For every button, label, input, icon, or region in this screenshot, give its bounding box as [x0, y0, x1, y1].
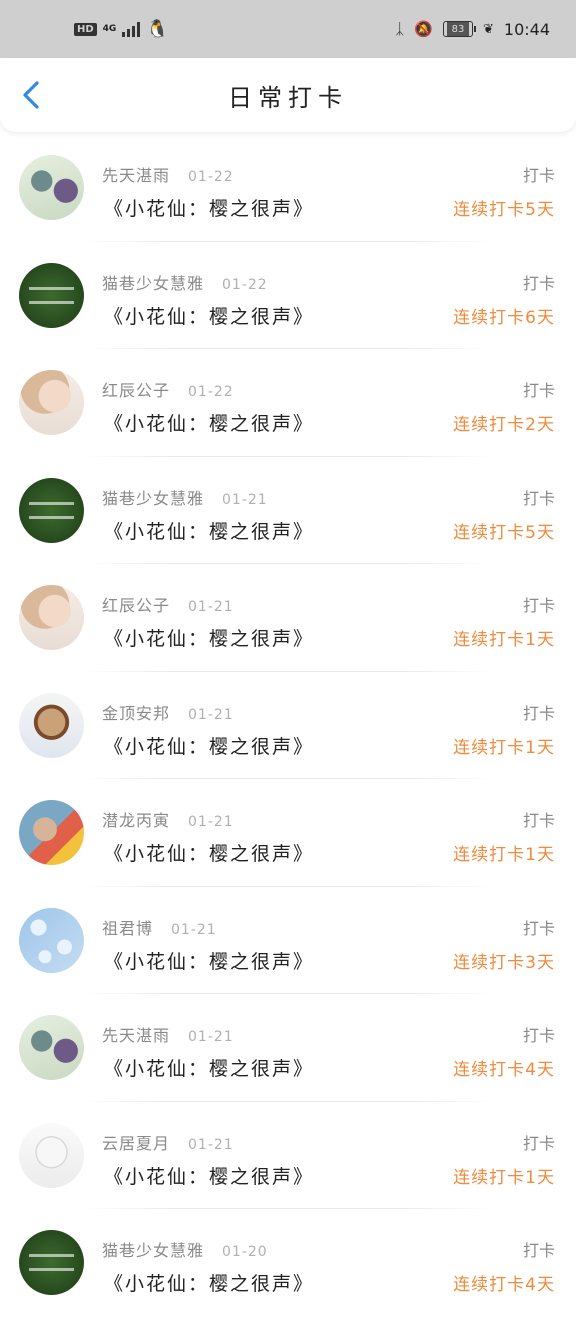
- checkin-date: 01-21: [222, 491, 268, 508]
- status-left: HD 4G 🐧: [74, 19, 169, 40]
- list-item[interactable]: 猫巷少女慧雅 01-20 《小花仙：樱之很声》 打卡 连续打卡4天: [0, 1209, 576, 1317]
- streak-text: 连续打卡4天: [453, 1275, 555, 1295]
- user-name: 金顶安邦 01-21: [102, 703, 234, 723]
- streak-text: 连续打卡2天: [453, 415, 555, 435]
- checkin-label[interactable]: 打卡: [523, 700, 555, 724]
- avatar[interactable]: [19, 800, 84, 865]
- header: 日常打卡: [0, 58, 576, 132]
- streak-text: 连续打卡1天: [453, 737, 555, 758]
- streak-text: 连续打卡6天: [453, 307, 555, 328]
- user-name: 祖君博 01-21: [102, 918, 217, 938]
- avatar[interactable]: [19, 477, 84, 543]
- book-title: 《小花仙：樱之很声》: [104, 198, 315, 220]
- network-type: 4G: [102, 23, 117, 34]
- status-bar: HD 4G 🐧 ᛣ 🔕 83 ❦ 10:44: [0, 0, 576, 58]
- avatar[interactable]: [19, 692, 84, 758]
- book-title: 《小花仙：樱之很声》: [104, 628, 315, 650]
- avatar[interactable]: [19, 1230, 84, 1295]
- checkin-date: 01-21: [188, 706, 234, 723]
- avatar[interactable]: [19, 585, 84, 650]
- avatar[interactable]: [19, 262, 84, 328]
- checkin-list: 先天湛雨 01-22 《小花仙：樱之很声》 打卡 连续打卡5天 猫巷少女慧雅 01-…: [0, 134, 576, 1317]
- checkin-label[interactable]: 打卡: [523, 377, 555, 401]
- user-name: 猫巷少女慧雅 01-22: [102, 273, 268, 293]
- avatar[interactable]: [19, 907, 84, 973]
- checkin-label[interactable]: 打卡: [523, 1022, 555, 1046]
- checkin-date: 01-21: [188, 1136, 234, 1153]
- list-item[interactable]: 猫巷少女慧雅 01-21 《小花仙：樱之很声》 打卡 连续打卡5天: [0, 457, 576, 564]
- streak-text: 连续打卡1天: [453, 630, 555, 650]
- list-item[interactable]: 先天湛雨 01-21 《小花仙：樱之很声》 打卡 连续打卡4天: [0, 994, 576, 1102]
- list-item[interactable]: 祖君博 01-21 《小花仙：樱之很声》 打卡 连续打卡3天: [0, 887, 576, 994]
- checkin-label[interactable]: 打卡: [523, 915, 555, 939]
- user-name: 先天湛雨 01-21: [102, 1026, 234, 1045]
- battery-level: 83: [446, 22, 470, 36]
- checkin-date: 01-22: [222, 276, 268, 293]
- checkin-label[interactable]: 打卡: [523, 270, 555, 294]
- page-title: 日常打卡: [228, 83, 348, 112]
- checkin-date: 01-21: [171, 921, 217, 938]
- avatar[interactable]: [19, 1015, 84, 1080]
- checkin-label[interactable]: 打卡: [523, 485, 555, 509]
- hd-badge: HD: [74, 22, 97, 36]
- book-title: 《小花仙：樱之很声》: [104, 735, 315, 758]
- book-title: 《小花仙：樱之很声》: [104, 843, 315, 865]
- user-name: 红辰公子 01-22: [102, 381, 234, 400]
- avatar[interactable]: [19, 1122, 84, 1188]
- checkin-label[interactable]: 打卡: [523, 162, 555, 186]
- book-title: 《小花仙：樱之很声》: [104, 1058, 315, 1080]
- list-item[interactable]: 云居夏月 01-21 《小花仙：樱之很声》 打卡 连续打卡1天: [0, 1102, 576, 1209]
- checkin-date: 01-20: [222, 1244, 268, 1260]
- streak-text: 连续打卡1天: [453, 1167, 555, 1188]
- mute-bell-icon: 🔕: [414, 20, 433, 38]
- signal-icon: [122, 21, 141, 37]
- checkin-date: 01-22: [188, 169, 234, 185]
- checkin-date: 01-21: [188, 1029, 234, 1045]
- streak-text: 连续打卡1天: [453, 845, 555, 865]
- user-name: 红辰公子 01-21: [102, 596, 234, 615]
- clock: 10:44: [503, 19, 550, 39]
- book-title: 《小花仙：樱之很声》: [104, 1273, 315, 1295]
- leaf-icon: ❦: [482, 21, 494, 37]
- bluetooth-icon: ᛣ: [395, 20, 405, 38]
- list-item[interactable]: 红辰公子 01-21 《小花仙：樱之很声》 打卡 连续打卡1天: [0, 564, 576, 672]
- qq-icon: 🐧: [146, 18, 169, 40]
- checkin-date: 01-21: [188, 599, 234, 615]
- user-name: 先天湛雨 01-22: [102, 166, 234, 185]
- list-item[interactable]: 猫巷少女慧雅 01-22 《小花仙：樱之很声》 打卡 连续打卡6天: [0, 242, 576, 349]
- avatar[interactable]: [19, 370, 84, 435]
- streak-text: 连续打卡3天: [453, 952, 555, 973]
- list-item[interactable]: 先天湛雨 01-22 《小花仙：樱之很声》 打卡 连续打卡5天: [0, 134, 576, 242]
- user-name: 潜龙丙寅 01-21: [102, 811, 234, 830]
- checkin-date: 01-21: [188, 814, 234, 830]
- checkin-label[interactable]: 打卡: [523, 807, 555, 831]
- user-name: 云居夏月 01-21: [102, 1133, 234, 1153]
- list-item[interactable]: 红辰公子 01-22 《小花仙：樱之很声》 打卡 连续打卡2天: [0, 349, 576, 457]
- checkin-label[interactable]: 打卡: [523, 1237, 555, 1261]
- list-item[interactable]: 潜龙丙寅 01-21 《小花仙：樱之很声》 打卡 连续打卡1天: [0, 779, 576, 887]
- status-right: ᛣ 🔕 83 ❦ 10:44: [395, 20, 550, 39]
- book-title: 《小花仙：樱之很声》: [104, 1165, 315, 1188]
- book-title: 《小花仙：樱之很声》: [104, 305, 315, 328]
- avatar[interactable]: [19, 155, 84, 220]
- book-title: 《小花仙：樱之很声》: [104, 520, 315, 543]
- battery-icon: 83: [442, 21, 476, 37]
- book-title: 《小花仙：樱之很声》: [104, 413, 315, 435]
- checkin-label[interactable]: 打卡: [523, 592, 555, 616]
- back-arrow-icon[interactable]: [20, 80, 44, 110]
- checkin-label[interactable]: 打卡: [523, 1130, 555, 1154]
- streak-text: 连续打卡5天: [453, 522, 555, 543]
- list-item[interactable]: 金顶安邦 01-21 《小花仙：樱之很声》 打卡 连续打卡1天: [0, 672, 576, 779]
- checkin-date: 01-22: [188, 384, 234, 400]
- user-name: 猫巷少女慧雅 01-20: [102, 1241, 268, 1260]
- book-title: 《小花仙：樱之很声》: [104, 950, 315, 973]
- streak-text: 连续打卡4天: [453, 1060, 555, 1080]
- user-name: 猫巷少女慧雅 01-21: [102, 488, 268, 508]
- streak-text: 连续打卡5天: [453, 200, 555, 220]
